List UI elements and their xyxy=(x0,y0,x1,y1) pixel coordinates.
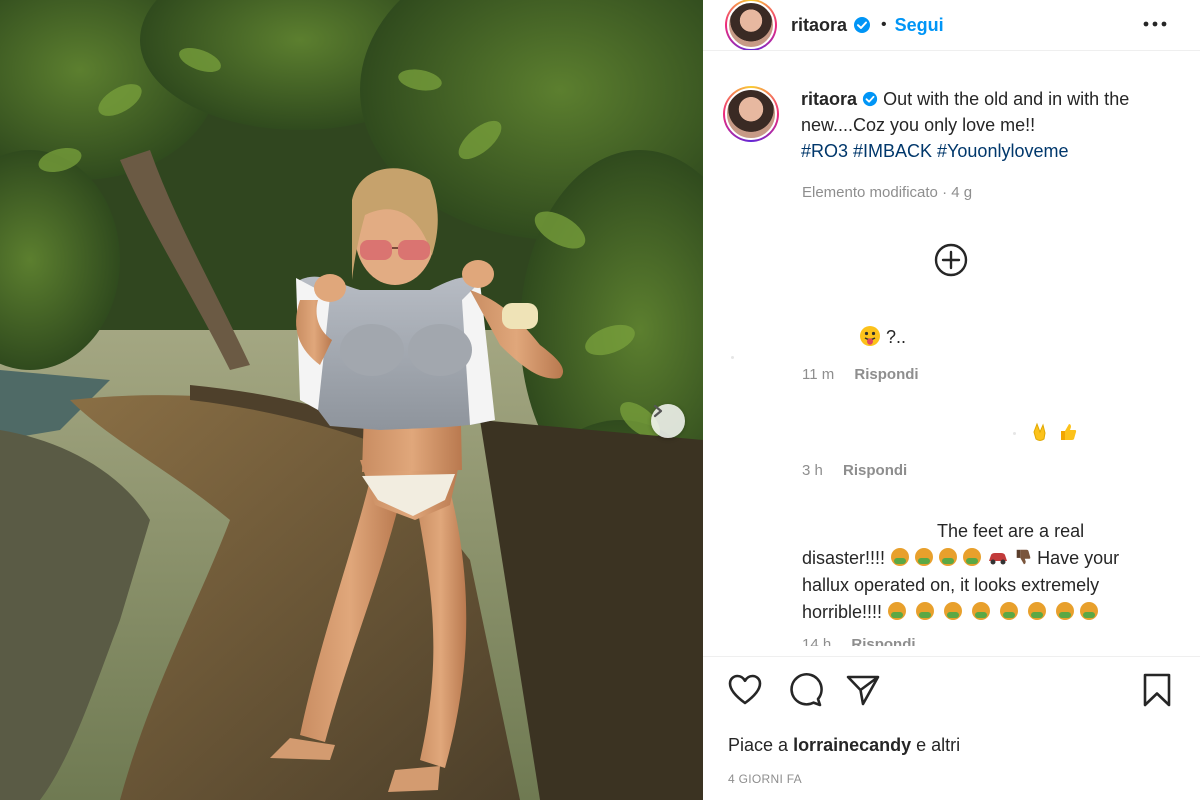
comment-1-time: 11 m xyxy=(802,366,835,383)
load-more-comments-icon xyxy=(934,243,968,277)
caption-edited-time: Elemento modificato · 4 g xyxy=(802,184,973,201)
comment-3-reply-button[interactable]: Rispondi xyxy=(851,636,915,646)
save-button[interactable] xyxy=(1139,672,1175,713)
verified-badge-icon xyxy=(862,91,878,107)
clap-icon xyxy=(1033,422,1046,441)
comment-3-line-1: The feet are a real xyxy=(937,521,1085,541)
separator-dot: • xyxy=(881,16,887,33)
follow-button[interactable]: Segui xyxy=(895,15,944,36)
comment-1: ?.. xyxy=(859,324,906,351)
sick-face-icons xyxy=(890,548,1037,568)
post-header: ritaora • Segui xyxy=(703,0,1200,51)
faint-dot xyxy=(1013,432,1016,435)
comment-2 xyxy=(1013,420,1078,447)
comment-3-meta: 14 h Rispondi xyxy=(802,636,916,646)
caption-avatar[interactable] xyxy=(723,86,779,142)
share-button[interactable] xyxy=(845,672,881,713)
like-button[interactable] xyxy=(727,672,763,713)
face-with-tongue-icon xyxy=(860,326,880,346)
comment-3: The feet are a real disaster!!!! Have yo… xyxy=(802,518,1182,626)
next-photo-button[interactable] xyxy=(651,404,685,438)
likes-summary: Piace a lorrainecandy e altri xyxy=(728,735,960,756)
comment-3-line-5: horrible!!!! xyxy=(802,599,1182,626)
comment-3-time: 14 h xyxy=(802,636,832,646)
caption-username[interactable]: ritaora xyxy=(801,89,857,109)
comment-1-reply-button[interactable]: Rispondi xyxy=(854,366,918,383)
comment-1-meta: 11 m Rispondi xyxy=(802,366,919,383)
share-icon xyxy=(846,675,880,706)
next-photo-icon xyxy=(653,404,663,418)
car-icon xyxy=(989,553,1008,565)
likes-prefix: Piace a xyxy=(728,735,789,755)
more-options-icon xyxy=(1143,21,1167,27)
actions-divider xyxy=(703,656,1200,657)
thumbs-up-icon xyxy=(1061,424,1077,440)
comment-button[interactable] xyxy=(787,672,823,713)
thumbs-down-icon xyxy=(1016,549,1031,565)
post-date[interactable]: 4 GIORNI FA xyxy=(728,772,802,786)
verified-badge-icon xyxy=(853,16,871,34)
comment-icon xyxy=(790,673,823,707)
comment-2-time: 3 h xyxy=(802,462,823,479)
likes-user-link[interactable]: lorrainecandy xyxy=(793,735,911,755)
author-avatar[interactable] xyxy=(725,0,777,51)
save-bookmark-icon xyxy=(1143,673,1171,707)
more-options-button[interactable] xyxy=(1142,14,1168,39)
post-side-panel: ritaora • Segui ritaora Out with the old… xyxy=(703,0,1200,800)
author-username[interactable]: ritaora xyxy=(791,15,847,36)
load-more-comments-button[interactable] xyxy=(933,242,969,283)
header-divider xyxy=(703,50,1200,51)
post-photo[interactable] xyxy=(0,0,703,800)
caption-hashtags[interactable]: #RO3 #IMBACK #Youonlyloveme xyxy=(801,141,1068,161)
comment-3-line-4: hallux operated on, it looks extremely xyxy=(802,575,1100,595)
comment-3-line-2: disaster!!!! Have your xyxy=(802,548,1120,568)
photo-illustration xyxy=(0,0,703,800)
comment-2-meta: 3 h Rispondi xyxy=(802,462,907,479)
caption-row: ritaora Out with the old and in with the… xyxy=(723,86,1181,164)
caption: ritaora Out with the old and in with the… xyxy=(801,86,1181,164)
faint-dot xyxy=(731,356,734,359)
likes-others-link[interactable]: e altri xyxy=(916,735,960,755)
heart-icon xyxy=(728,674,762,705)
comment-2-reply-button[interactable]: Rispondi xyxy=(843,462,907,479)
comment-1-text: ?.. xyxy=(886,327,907,347)
sick-face-icons xyxy=(888,602,1099,620)
